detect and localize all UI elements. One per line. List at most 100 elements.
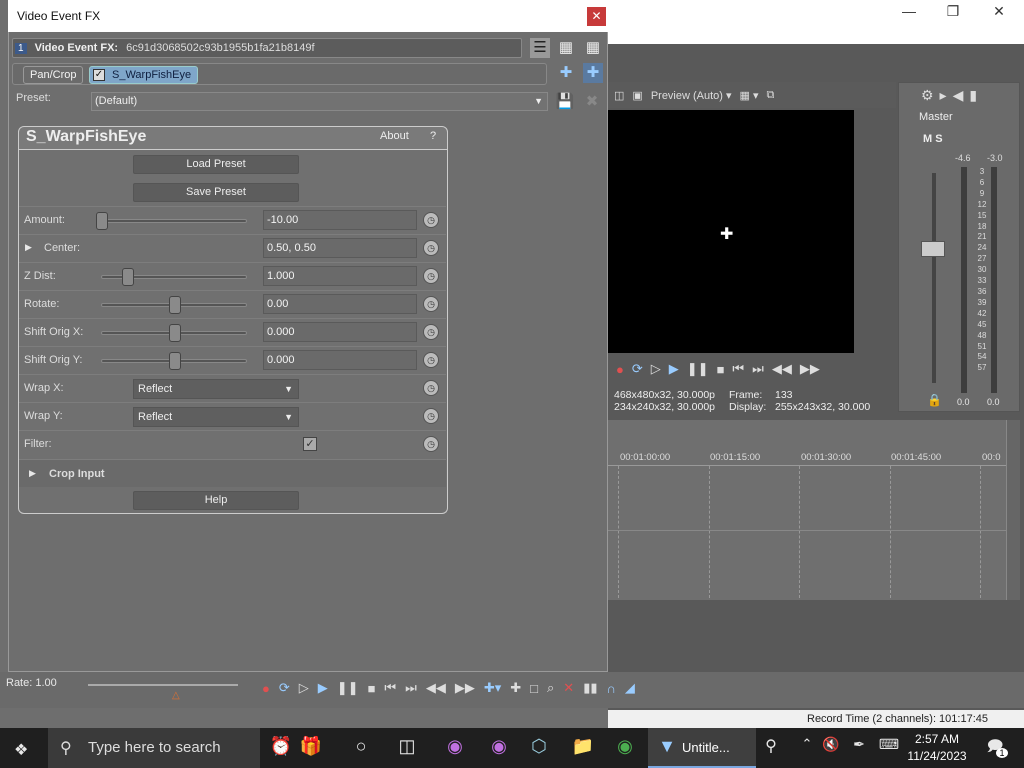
zoom-tool-icon[interactable]: ⌕ bbox=[547, 680, 554, 696]
play-icon[interactable]: ▶ bbox=[318, 680, 328, 696]
alarm-clock-icon[interactable]: ⏰ bbox=[266, 736, 296, 757]
pause-icon[interactable]: ❚❚ bbox=[337, 680, 359, 696]
minimize-icon[interactable]: — bbox=[886, 3, 932, 19]
gift-icon[interactable]: 🎁 bbox=[296, 736, 326, 757]
rate-marker-icon[interactable]: △ bbox=[172, 690, 180, 701]
envelope-tool-icon[interactable]: ✚ bbox=[510, 680, 521, 696]
dialog-close-button[interactable]: ✕ bbox=[587, 7, 606, 26]
detail-view-icon[interactable]: ▦ bbox=[556, 38, 576, 58]
help-question-button[interactable]: ? bbox=[430, 130, 436, 142]
next-frame-icon[interactable]: ▶▶ bbox=[800, 361, 820, 377]
cube-app-icon[interactable]: ⬡ bbox=[524, 736, 554, 757]
load-preset-button[interactable]: Load Preset bbox=[133, 155, 299, 174]
external-monitor-icon[interactable]: ▣ bbox=[632, 89, 642, 102]
save-preset-icon[interactable]: 💾 bbox=[555, 92, 575, 112]
plugin-chain-icon[interactable]: ✚ bbox=[556, 63, 576, 83]
delete-icon[interactable]: ✕ bbox=[563, 680, 574, 696]
master-fader-handle[interactable] bbox=[921, 241, 945, 257]
shift-orig-x-input[interactable]: 0.000 bbox=[263, 322, 417, 342]
lock-icon[interactable]: 🔒 bbox=[927, 393, 942, 407]
go-to-start-icon[interactable]: ⏮ bbox=[732, 361, 744, 377]
section-crop-input[interactable]: ▶ Crop Input bbox=[19, 459, 446, 487]
app-icon[interactable]: ◉ bbox=[440, 736, 470, 757]
filter-checkbox[interactable]: ✓ bbox=[303, 437, 317, 451]
taskbar-search-box[interactable]: Type here to search bbox=[48, 728, 260, 768]
help-button[interactable]: Help bbox=[133, 491, 299, 510]
master-mute-solo[interactable]: M S bbox=[923, 133, 943, 145]
close-icon[interactable]: ✕ bbox=[976, 3, 1022, 20]
prev-frame-icon[interactable]: ◀◀ bbox=[426, 680, 446, 696]
edit-tool-icon[interactable]: ✚▾ bbox=[484, 680, 501, 696]
prev-frame-icon[interactable]: ◀◀ bbox=[772, 361, 792, 377]
pen-icon[interactable]: ✒ bbox=[844, 736, 874, 753]
master-toolbar-icons[interactable]: ⚙▸◀▮ bbox=[921, 87, 983, 104]
snapping-icon[interactable]: ∩ bbox=[607, 681, 616, 696]
expand-arrow-icon[interactable]: ▶ bbox=[29, 468, 36, 479]
loop-icon[interactable]: ⟳ bbox=[632, 361, 643, 377]
keyframe-icon[interactable]: ◷ bbox=[423, 324, 439, 340]
keyframe-icon[interactable]: ◷ bbox=[423, 268, 439, 284]
add-plugin-icon[interactable]: ✚ bbox=[583, 63, 603, 83]
selection-tool-icon[interactable]: □ bbox=[530, 681, 538, 696]
copy-snapshot-icon[interactable]: ⧉ bbox=[767, 89, 775, 102]
keyframe-icon[interactable]: ◷ bbox=[423, 296, 439, 312]
slider-thumb[interactable] bbox=[169, 296, 181, 314]
z-dist-slider[interactable] bbox=[101, 268, 247, 286]
next-frame-icon[interactable]: ▶▶ bbox=[455, 680, 475, 696]
loop-icon[interactable]: ⟳ bbox=[279, 680, 290, 696]
slider-thumb[interactable] bbox=[122, 268, 134, 286]
delete-preset-icon[interactable]: ✖ bbox=[582, 92, 602, 112]
shift-orig-y-input[interactable]: 0.000 bbox=[263, 350, 417, 370]
slider-thumb[interactable] bbox=[96, 212, 108, 230]
keyframe-icon[interactable]: ◷ bbox=[423, 240, 439, 256]
split-icon[interactable]: ◫ bbox=[614, 89, 624, 102]
people-icon[interactable]: ⚲ bbox=[756, 736, 786, 756]
keyframe-icon[interactable]: ◷ bbox=[423, 380, 439, 396]
grid-view-icon[interactable]: ▦ bbox=[583, 38, 603, 58]
preview-mode-dropdown[interactable]: Preview (Auto) ▾ bbox=[651, 89, 732, 102]
go-to-end-icon[interactable]: ⏭ bbox=[405, 680, 417, 696]
timeline-ruler[interactable]: 00:01:00:00 00:01:15:00 00:01:30:00 00:0… bbox=[608, 450, 1008, 466]
auto-crossfade-icon[interactable]: ◢ bbox=[625, 680, 635, 696]
go-to-start-icon[interactable]: ⏮ bbox=[384, 680, 396, 696]
save-preset-button[interactable]: Save Preset bbox=[133, 183, 299, 202]
trim-icon[interactable]: ▮▮ bbox=[583, 680, 597, 696]
keyframe-icon[interactable]: ◷ bbox=[423, 212, 439, 228]
keyframe-icon[interactable]: ◷ bbox=[423, 408, 439, 424]
keyboard-icon[interactable]: ⌨ bbox=[874, 736, 904, 753]
record-icon[interactable]: ● bbox=[262, 681, 270, 696]
wrap-x-select[interactable]: Reflect ▼ bbox=[133, 379, 299, 399]
rotate-slider[interactable] bbox=[101, 296, 247, 314]
task-view-icon[interactable]: ◫ bbox=[392, 736, 422, 757]
rate-slider[interactable] bbox=[88, 684, 238, 686]
shift-orig-x-slider[interactable] bbox=[101, 324, 247, 342]
pause-icon[interactable]: ❚❚ bbox=[687, 361, 709, 377]
shift-orig-y-slider[interactable] bbox=[101, 352, 247, 370]
center-input[interactable]: 0.50, 0.50 bbox=[263, 238, 417, 258]
fx-enable-checkbox[interactable]: ✓ bbox=[93, 69, 105, 81]
keyframe-icon[interactable]: ◷ bbox=[423, 436, 439, 452]
file-explorer-icon[interactable]: 📁 bbox=[568, 736, 598, 757]
z-dist-input[interactable]: 1.000 bbox=[263, 266, 417, 286]
cortana-icon[interactable]: ○ bbox=[346, 736, 376, 757]
grid-icon[interactable]: ▦ ▾ bbox=[740, 89, 759, 102]
timeline[interactable] bbox=[608, 420, 1020, 600]
play-icon[interactable]: ▶ bbox=[669, 361, 679, 377]
preset-dropdown[interactable]: (Default) ▼ bbox=[91, 92, 548, 111]
windows-start-icon[interactable]: ❖ bbox=[14, 740, 28, 760]
about-link[interactable]: About bbox=[380, 130, 409, 142]
list-view-icon[interactable]: ☰ bbox=[530, 38, 550, 58]
tab-s-warpfisheye[interactable]: S_WarpFishEye bbox=[89, 66, 199, 84]
stop-icon[interactable]: ■ bbox=[717, 362, 725, 377]
timeline-vscroll[interactable] bbox=[1006, 420, 1020, 600]
rotate-input[interactable]: 0.00 bbox=[263, 294, 417, 314]
play-from-start-icon[interactable]: ▷ bbox=[651, 361, 661, 377]
amount-slider[interactable] bbox=[96, 212, 247, 230]
slider-thumb[interactable] bbox=[169, 324, 181, 342]
wrap-y-select[interactable]: Reflect ▼ bbox=[133, 407, 299, 427]
app-icon[interactable]: ◉ bbox=[484, 736, 514, 757]
amount-input[interactable]: -10.00 bbox=[263, 210, 417, 230]
restore-icon[interactable]: ❐ bbox=[930, 3, 976, 20]
taskbar-clock[interactable]: 2:57 AM 11/24/2023 bbox=[902, 731, 972, 765]
expand-arrow-icon[interactable]: ▶ bbox=[25, 242, 32, 253]
